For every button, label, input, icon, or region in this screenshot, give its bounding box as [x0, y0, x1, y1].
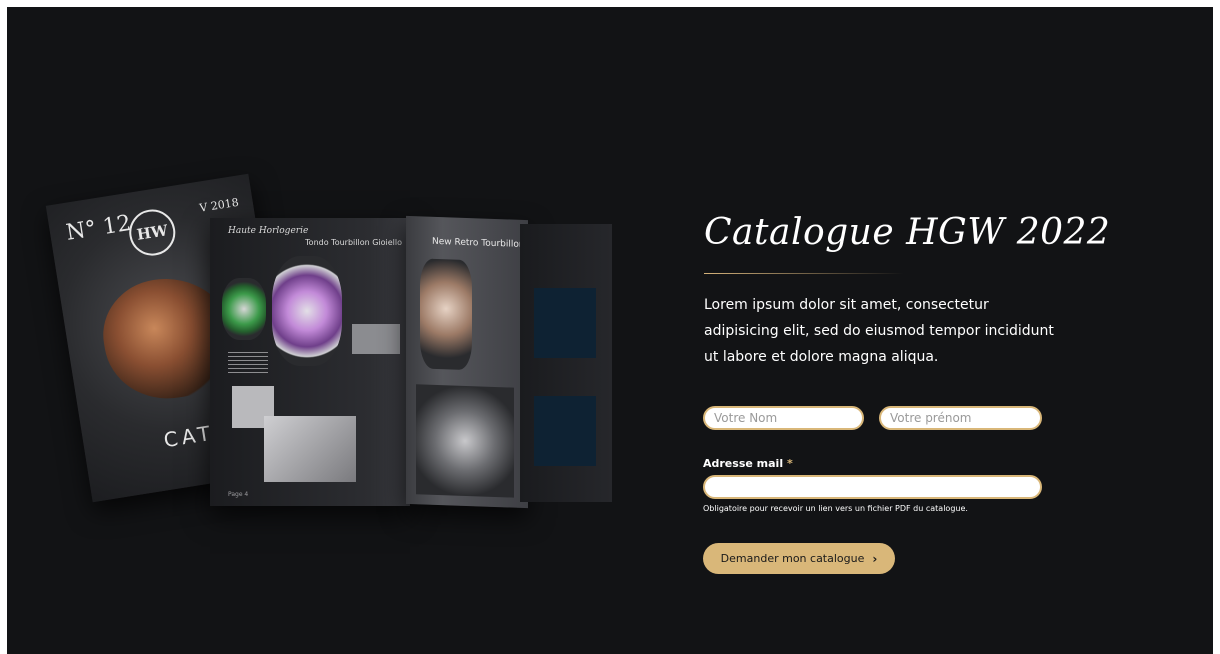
watch-photo-main: [272, 256, 342, 366]
request-catalogue-label: Demander mon catalogue: [720, 552, 865, 565]
watch-photo-green: [222, 278, 266, 340]
catalogue-page-right: [520, 224, 612, 502]
cover-number: N° 12: [64, 210, 133, 246]
cover-year: V 2018: [198, 195, 240, 215]
required-mark: *: [786, 457, 793, 470]
email-hint: Obligatoire pour recevoir un lien vers u…: [703, 504, 968, 513]
detail-photo: [534, 396, 596, 466]
catalogue-page-middle: New Retro Tourbillon: [406, 215, 528, 509]
chevron-right-icon: ›: [872, 551, 878, 566]
watch-photo-rose: [420, 258, 472, 371]
left-page-title: Tondo Tourbillon Gioiello: [305, 238, 402, 247]
page-number: Page 4: [228, 491, 249, 498]
cover-logo: HW: [125, 206, 179, 259]
middle-page-title: New Retro Tourbillon: [432, 236, 525, 251]
catalogue-image: N° 12 HW V 2018 CAT Haute Horlogerie Ton…: [45, 160, 620, 540]
description-text: Lorem ipsum dolor sit amet, consectetur …: [704, 297, 1054, 365]
left-page-header: Haute Horlogerie: [228, 226, 309, 236]
detail-photo: [534, 288, 596, 358]
email-input[interactable]: [703, 475, 1042, 499]
cover-text: CAT: [162, 420, 216, 453]
text-block: [228, 352, 268, 376]
page-title: Catalogue HGW 2022: [704, 212, 1111, 253]
movement-photo: [416, 384, 514, 498]
email-label: Adresse mail *: [703, 457, 793, 470]
catalogue-page-left: Haute Horlogerie Tondo Tourbillon Gioiel…: [210, 218, 410, 506]
movement-photo: [264, 416, 356, 482]
request-catalogue-button[interactable]: Demander mon catalogue ›: [703, 543, 895, 574]
detail-photo: [352, 324, 400, 354]
name-input[interactable]: [703, 406, 864, 430]
firstname-input[interactable]: [879, 406, 1042, 430]
email-label-text: Adresse mail: [703, 457, 784, 470]
title-divider: [704, 273, 904, 274]
